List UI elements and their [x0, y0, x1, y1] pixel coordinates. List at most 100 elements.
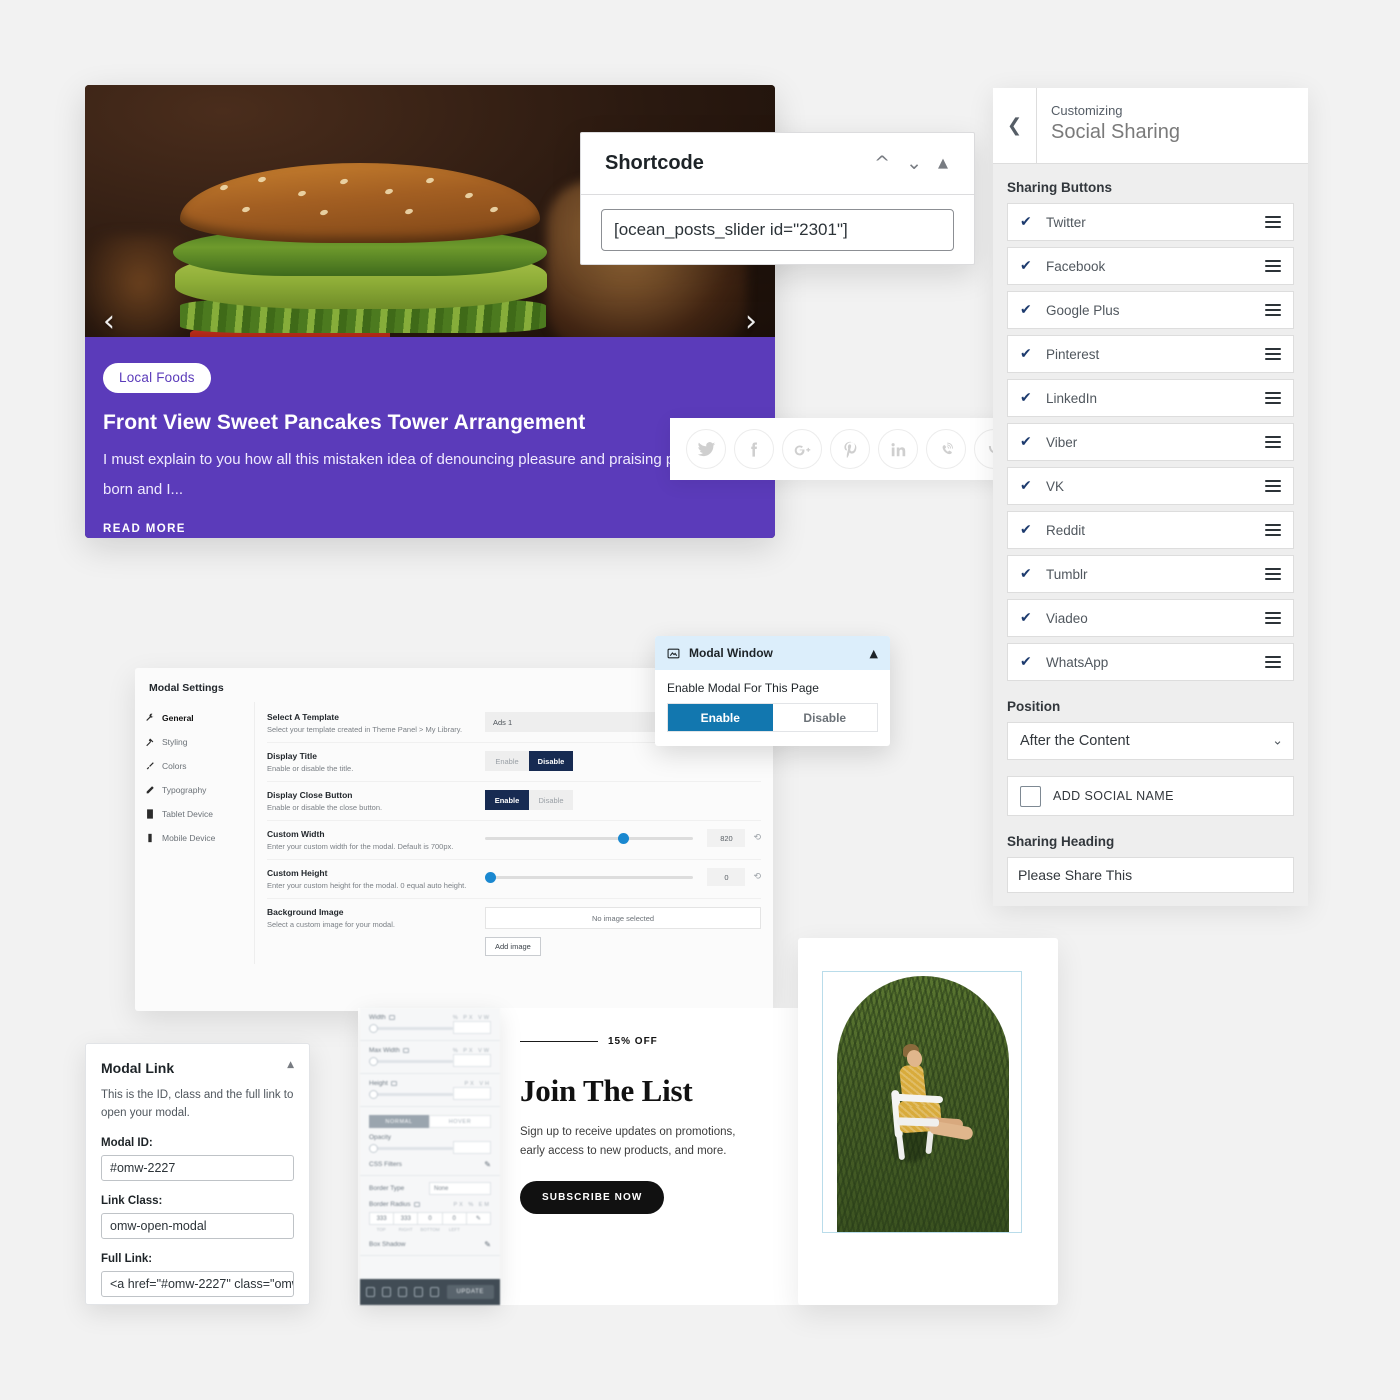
enable-modal-disable-button[interactable]: Disable — [773, 704, 878, 731]
navigator-icon[interactable] — [382, 1287, 392, 1297]
twitter-icon[interactable] — [686, 429, 726, 469]
triangle-up-icon[interactable]: ▲ — [930, 157, 956, 170]
update-button[interactable]: UPDATE — [446, 1285, 494, 1299]
facebook-icon[interactable] — [734, 429, 774, 469]
nav-item-typography[interactable]: Typography — [135, 778, 254, 802]
display-title-enable[interactable]: Enable — [485, 751, 529, 771]
pencil-icon[interactable]: ✎ — [484, 1160, 491, 1169]
triangle-up-icon[interactable]: ▲ — [287, 1060, 294, 1070]
responsive-icon[interactable] — [390, 1081, 397, 1086]
modal-id-input[interactable]: #omw-2227 — [101, 1154, 294, 1181]
add-social-name-checkbox[interactable]: ADD SOCIAL NAME — [1007, 776, 1294, 816]
shortcode-input[interactable] — [601, 209, 954, 251]
custom-height-slider[interactable] — [485, 871, 694, 883]
custom-width-slider[interactable] — [485, 832, 694, 844]
sharing-button-row[interactable]: ✔ WhatsApp — [1007, 643, 1294, 681]
link-class-input[interactable]: omw-open-modal — [101, 1212, 294, 1239]
add-image-button[interactable]: Add image — [485, 937, 541, 956]
nav-item-general[interactable]: General — [135, 706, 254, 730]
google-plus-icon[interactable] — [782, 429, 822, 469]
full-link-input[interactable]: <a href="#omw-2227" class="omw — [101, 1270, 294, 1297]
max-width-units[interactable]: % PX VW — [453, 1048, 491, 1054]
preview-icon[interactable] — [430, 1287, 440, 1297]
responsive-mode-icon[interactable] — [414, 1287, 424, 1297]
height-slider[interactable] — [369, 1090, 453, 1099]
responsive-icon[interactable] — [388, 1015, 395, 1020]
max-width-input[interactable] — [453, 1054, 491, 1067]
drag-handle-icon[interactable] — [1265, 653, 1281, 671]
display-close-toggle[interactable]: Enable Disable — [485, 790, 573, 810]
display-close-disable[interactable]: Disable — [529, 790, 573, 810]
slider-post-title[interactable]: Front View Sweet Pancakes Tower Arrangem… — [103, 411, 757, 435]
custom-width-value[interactable]: 820 — [707, 829, 746, 847]
enable-modal-enable-button[interactable]: Enable — [668, 704, 773, 731]
radius-left[interactable]: 0 — [441, 1212, 466, 1225]
nav-item-styling[interactable]: Styling — [135, 730, 254, 754]
height-units[interactable]: PX VH — [464, 1081, 491, 1087]
drag-handle-icon[interactable] — [1265, 521, 1281, 539]
drag-handle-icon[interactable] — [1265, 213, 1281, 231]
opacity-input[interactable] — [453, 1141, 491, 1154]
sharing-button-row[interactable]: ✔ Facebook — [1007, 247, 1294, 285]
sharing-button-row[interactable]: ✔ VK — [1007, 467, 1294, 505]
subscribe-now-button[interactable]: SUBSCRIBE NOW — [520, 1180, 665, 1214]
max-width-slider[interactable] — [369, 1057, 453, 1066]
drag-handle-icon[interactable] — [1265, 433, 1281, 451]
slider-category-chip[interactable]: Local Foods — [103, 363, 211, 393]
tab-normal[interactable]: NORMAL — [369, 1115, 429, 1128]
border-type-select[interactable]: None — [429, 1182, 491, 1195]
radius-link-icon[interactable]: ✎ — [465, 1212, 492, 1225]
read-more-link[interactable]: READ MORE — [103, 523, 757, 535]
sharing-button-row[interactable]: ✔ Google Plus — [1007, 291, 1294, 329]
responsive-icon[interactable] — [402, 1048, 409, 1053]
nav-item-tablet-device[interactable]: Tablet Device — [135, 802, 254, 826]
drag-handle-icon[interactable] — [1265, 257, 1281, 275]
sharing-button-row[interactable]: ✔ Viber — [1007, 423, 1294, 461]
drag-handle-icon[interactable] — [1265, 301, 1281, 319]
sharing-heading-input[interactable]: Please Share This — [1007, 857, 1294, 893]
drag-handle-icon[interactable] — [1265, 565, 1281, 583]
sharing-button-row[interactable]: ✔ Twitter — [1007, 203, 1294, 241]
drag-handle-icon[interactable] — [1265, 345, 1281, 363]
enable-modal-toggle[interactable]: Enable Disable — [667, 703, 878, 732]
display-title-toggle[interactable]: Enable Disable — [485, 751, 573, 771]
display-close-enable[interactable]: Enable — [485, 790, 529, 810]
modal-window-header[interactable]: Modal Window ▲ — [655, 636, 890, 670]
sharing-button-row[interactable]: ✔ Pinterest — [1007, 335, 1294, 373]
nav-item-colors[interactable]: Colors — [135, 754, 254, 778]
chevron-up-icon[interactable]: ^ — [866, 154, 898, 173]
sharing-button-row[interactable]: ✔ Tumblr — [1007, 555, 1294, 593]
sharing-button-row[interactable]: ✔ LinkedIn — [1007, 379, 1294, 417]
display-title-disable[interactable]: Disable — [529, 751, 573, 771]
reset-icon[interactable]: ⟲ — [753, 872, 761, 882]
drag-handle-icon[interactable] — [1265, 389, 1281, 407]
pencil-icon[interactable]: ✎ — [484, 1240, 491, 1249]
nav-item-mobile-device[interactable]: Mobile Device — [135, 826, 254, 850]
radius-right[interactable]: 333 — [393, 1212, 418, 1225]
drag-handle-icon[interactable] — [1265, 477, 1281, 495]
custom-height-value[interactable]: 0 — [707, 868, 746, 886]
slider-prev-arrow[interactable]: ‹ — [103, 307, 115, 337]
position-select[interactable]: After the Content ⌄ — [1007, 722, 1294, 760]
pinterest-icon[interactable] — [830, 429, 870, 469]
sharing-button-row[interactable]: ✔ Viadeo — [1007, 599, 1294, 637]
tab-hover[interactable]: HOVER — [429, 1115, 491, 1128]
settings-gear-icon[interactable] — [366, 1287, 376, 1297]
sharing-button-row[interactable]: ✔ Reddit — [1007, 511, 1294, 549]
reset-icon[interactable]: ⟲ — [753, 833, 761, 843]
drag-handle-icon[interactable] — [1265, 609, 1281, 627]
slider-next-arrow[interactable]: › — [745, 307, 757, 337]
opacity-slider[interactable] — [369, 1144, 453, 1153]
chevron-down-icon[interactable]: ⌄ — [898, 154, 930, 173]
history-icon[interactable] — [398, 1287, 408, 1297]
radius-bottom[interactable]: 0 — [417, 1212, 442, 1225]
radius-top[interactable]: 333 — [369, 1212, 394, 1225]
width-units[interactable]: % PX VW — [453, 1015, 491, 1021]
width-input[interactable] — [453, 1021, 491, 1034]
responsive-icon[interactable] — [413, 1202, 420, 1207]
height-input[interactable] — [453, 1087, 491, 1100]
linkedin-icon[interactable] — [878, 429, 918, 469]
width-slider[interactable] — [369, 1024, 453, 1033]
chevron-left-icon[interactable]: ❮ — [993, 88, 1037, 163]
chevron-up-icon[interactable]: ▲ — [870, 647, 878, 660]
